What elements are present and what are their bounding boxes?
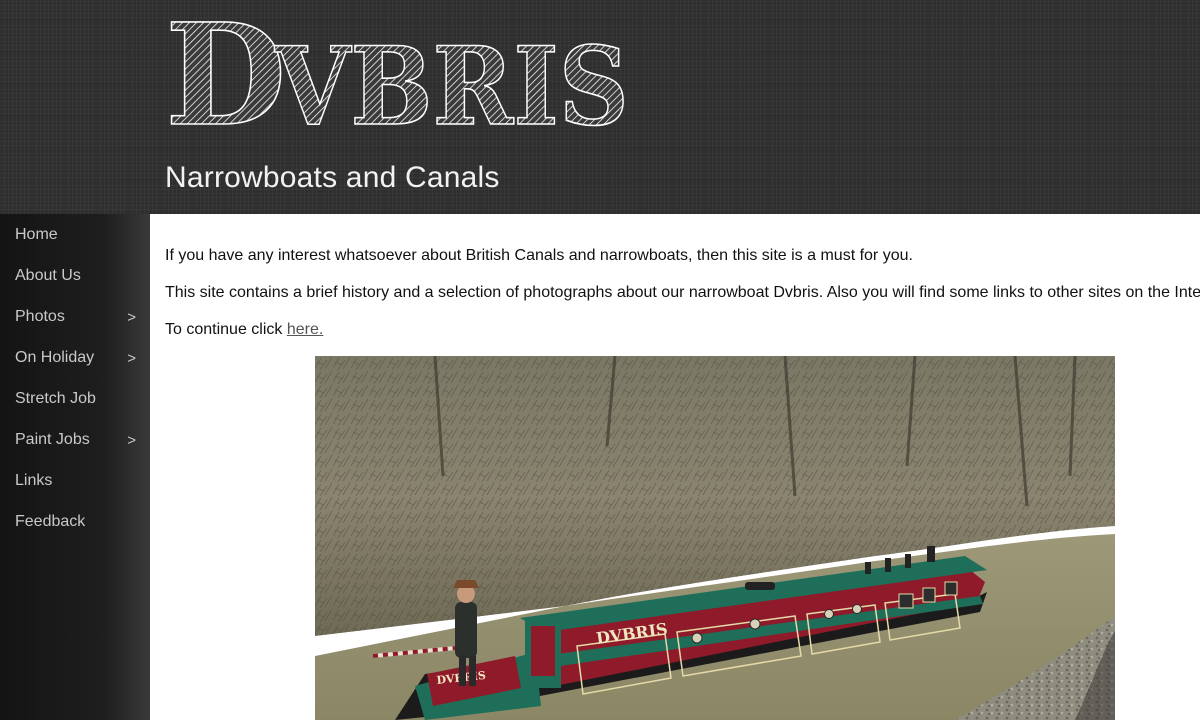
description-paragraph: This site contains a brief history and a… [165,284,1200,301]
site-logo[interactable]: D VBRIS [163,6,633,134]
nav-item-label: Feedback [15,513,86,530]
nav-item-label: On Holiday [15,349,95,366]
nav-item-label: Home [15,226,58,243]
nav-item-label: Photos [15,308,65,325]
logo-rest: VBRIS [274,24,629,134]
nav-item-home[interactable]: Home [0,214,150,255]
nav-item-label: Links [15,472,53,489]
nav-item-about-us[interactable]: About Us [0,255,150,296]
nav-item-label: Stretch Job [15,390,96,407]
continue-prefix: To continue click [165,321,287,338]
site-tagline: Narrowboats and Canals [165,161,500,194]
intro-paragraph: If you have any interest whatsoever abou… [165,247,913,264]
submenu-arrow-icon: > [127,432,136,449]
submenu-arrow-icon: > [127,350,136,367]
logo-initial: D [165,6,286,134]
main-content: If you have any interest whatsoever abou… [150,214,1200,720]
nav-item-feedback[interactable]: Feedback [0,501,150,542]
continue-link[interactable]: here. [287,321,323,338]
nav-item-stretch-job[interactable]: Stretch Job [0,378,150,419]
sidebar-nav: Home About Us Photos > On Holiday > Stre… [0,214,150,720]
nav-item-label: Paint Jobs [15,431,90,448]
site-header: D VBRIS Narrowboats and Canals [0,0,1200,214]
narrowboat-photo: DVBRIS DVBRIS [315,356,1115,720]
submenu-arrow-icon: > [127,309,136,326]
nav-item-photos[interactable]: Photos > [0,296,150,337]
nav-item-paint-jobs[interactable]: Paint Jobs > [0,419,150,460]
nav-item-on-holiday[interactable]: On Holiday > [0,337,150,378]
nav-item-label: About Us [15,267,81,284]
nav-item-links[interactable]: Links [0,460,150,501]
continue-paragraph: To continue click here. [165,321,323,339]
